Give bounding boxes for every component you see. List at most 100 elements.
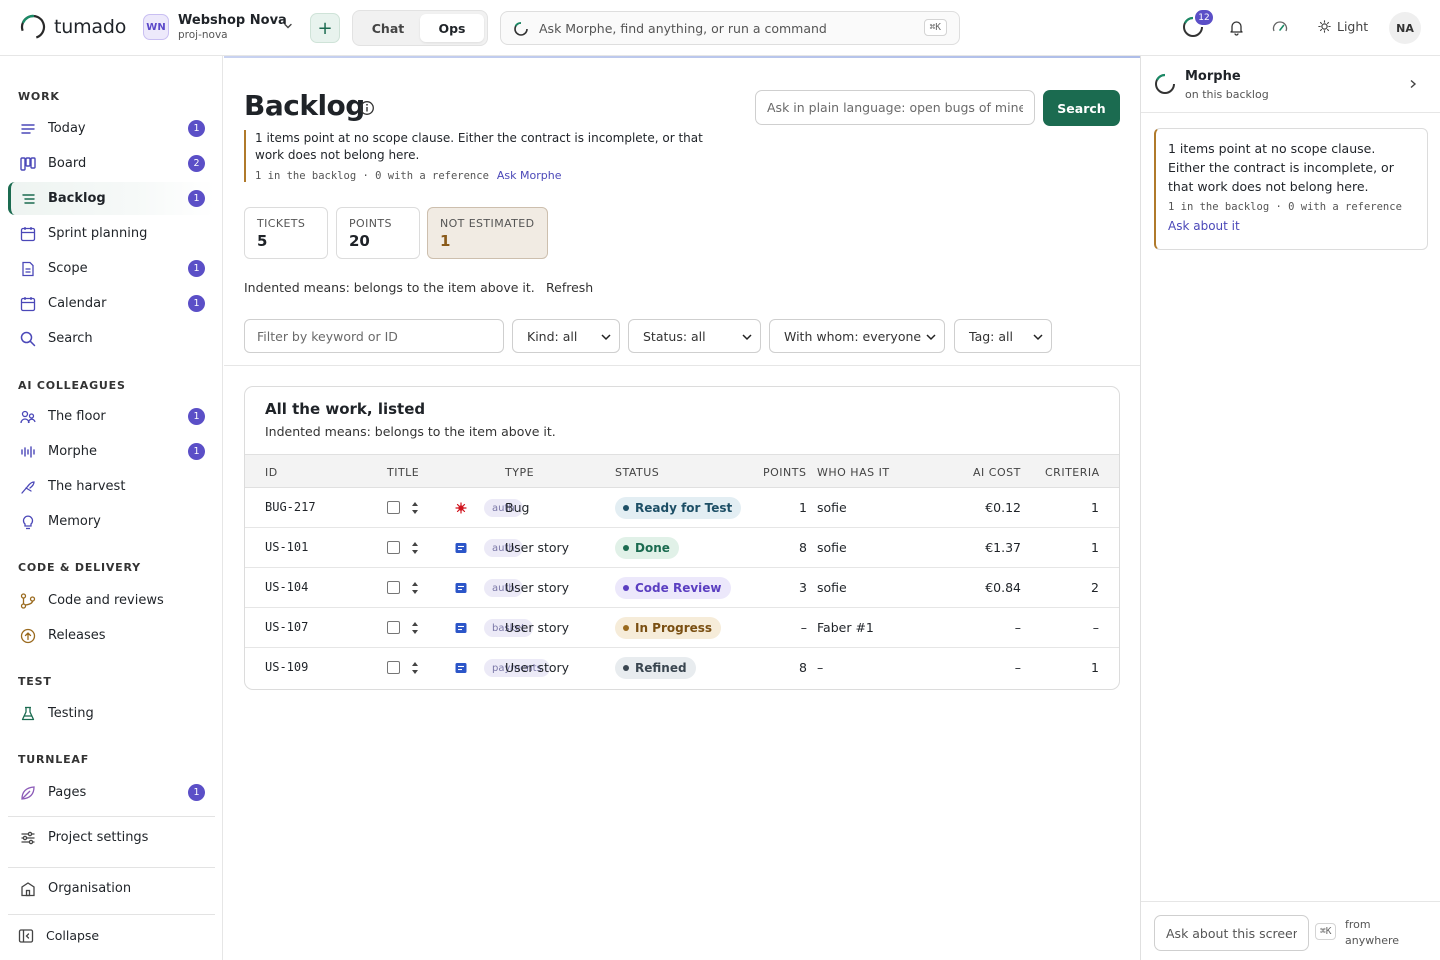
sort-handle-icon[interactable]	[411, 620, 419, 636]
sidebar-item-memory[interactable]: Memory	[8, 505, 215, 538]
column-criteria[interactable]: CRITERIA	[1045, 466, 1100, 479]
column-points[interactable]: POINTS	[763, 466, 806, 479]
refresh-button[interactable]: Refresh	[546, 280, 593, 295]
status-badge[interactable]: Done	[615, 537, 679, 559]
stat-value: 20	[349, 232, 370, 250]
user-avatar[interactable]: NA	[1389, 12, 1421, 44]
collapse-button[interactable]: Collapse	[8, 919, 215, 952]
column-ai-cost[interactable]: AI COST	[973, 466, 1021, 479]
info-icon[interactable]	[359, 100, 375, 116]
column-title[interactable]: TITLE	[387, 466, 419, 479]
status-dot	[623, 505, 629, 511]
assignee-select[interactable]: With whom: everyone	[769, 319, 945, 353]
ask-morphe-link[interactable]: Ask Morphe	[497, 169, 562, 182]
create-button[interactable]: +	[310, 13, 340, 43]
sort-handle-icon[interactable]	[411, 660, 419, 676]
filter-input[interactable]	[244, 319, 504, 353]
sidebar-item-board[interactable]: Board 2	[8, 147, 215, 180]
kind-select[interactable]: Kind: all	[512, 319, 620, 353]
stat-not-estimated[interactable]: NOT ESTIMATED 1	[427, 207, 548, 259]
tag-select[interactable]: Tag: all	[954, 319, 1052, 353]
sidebar-item-releases[interactable]: Releases	[8, 619, 215, 652]
column-id[interactable]: ID	[265, 466, 278, 479]
project-avatar[interactable]: WN	[143, 14, 169, 40]
sidebar-item-testing[interactable]: Testing	[8, 697, 215, 730]
notice-meta-text: 1 in the backlog · 0 with a reference	[255, 170, 489, 182]
ticket-id[interactable]: US-101	[265, 540, 308, 554]
ticket-id[interactable]: US-107	[265, 620, 308, 634]
ticket-id[interactable]: US-109	[265, 660, 308, 674]
status-dot	[623, 625, 629, 631]
git-branch-icon	[20, 592, 36, 609]
column-type[interactable]: TYPE	[505, 466, 534, 479]
ticket-id[interactable]: BUG-217	[265, 500, 316, 514]
sidebar-item-calendar[interactable]: Calendar 1	[8, 287, 215, 320]
brand-logo[interactable]: tumado	[20, 14, 126, 40]
ask-input[interactable]	[755, 90, 1035, 125]
status-badge[interactable]: In Progress	[615, 617, 722, 639]
table-row[interactable]: BUG-217 auth Bug Ready for Test 1 sofie €0.12 1	[245, 488, 1119, 528]
table-row[interactable]: US-101 auth User story Done 8 sofie €1.37 1	[245, 528, 1119, 568]
ticket-id[interactable]: US-104	[265, 580, 308, 594]
tab-ops[interactable]: Ops	[420, 14, 484, 42]
section-code-delivery: CODE & DELIVERY	[18, 561, 141, 574]
sidebar-item-label: Memory	[48, 514, 101, 529]
main-content: Backlog Search 1 items point at no scope…	[224, 56, 1140, 960]
ask-about-it-link[interactable]: Ask about it	[1168, 219, 1415, 233]
search-button[interactable]: Search	[1043, 90, 1120, 126]
theme-label: Light	[1337, 19, 1369, 34]
select-checkbox[interactable]	[387, 661, 400, 674]
command-bar[interactable]: Ask Morphe, find anything, or run a comm…	[500, 11, 960, 45]
brand-name: tumado	[54, 16, 127, 38]
sidebar-item-today[interactable]: Today 1	[8, 112, 215, 145]
ai-cost-value: €0.84	[985, 580, 1021, 595]
sidebar-item-pages[interactable]: Pages 1	[8, 776, 215, 809]
sidebar-item-project-settings[interactable]: Project settings	[8, 821, 215, 854]
assignee: sofie	[817, 540, 847, 555]
sidebar-item-the-floor[interactable]: The floor 1	[8, 400, 215, 433]
sort-handle-icon[interactable]	[411, 540, 419, 556]
chevron-down-icon[interactable]	[282, 20, 294, 32]
chevron-right-icon[interactable]	[1408, 78, 1418, 90]
assignee: Faber #1	[817, 620, 874, 635]
table-row[interactable]: US-104 auth User story Code Review 3 sofie €0.…	[245, 568, 1119, 608]
status-badge[interactable]: Ready for Test	[615, 497, 742, 519]
project-name[interactable]: Webshop Nova	[178, 13, 287, 28]
select-checkbox[interactable]	[387, 501, 400, 514]
stat-value: 1	[440, 232, 451, 250]
table-row[interactable]: US-109 payments User story Refined 8– –1	[245, 648, 1119, 688]
status-badge[interactable]: Code Review	[615, 577, 731, 599]
divider	[8, 867, 215, 868]
story-icon	[455, 663, 467, 673]
tab-chat[interactable]: Chat	[356, 14, 420, 42]
status-label: In Progress	[635, 621, 713, 635]
sidebar-item-organisation[interactable]: Organisation	[8, 872, 215, 905]
select-checkbox[interactable]	[387, 621, 400, 634]
assignee: sofie	[817, 580, 847, 595]
story-icon	[455, 583, 467, 593]
status-badge[interactable]: Refined	[615, 657, 696, 679]
sidebar-item-scope[interactable]: Scope 1	[8, 252, 215, 285]
sidebar-item-sprint-planning[interactable]: Sprint planning	[8, 217, 215, 250]
sidebar-item-the-harvest[interactable]: The harvest	[8, 470, 215, 503]
gauge-icon[interactable]	[1271, 19, 1289, 37]
theme-toggle[interactable]: Light	[1318, 19, 1368, 34]
status-dot	[623, 665, 629, 671]
ask-screen-input[interactable]	[1154, 915, 1309, 951]
sidebar-item-code-and-reviews[interactable]: Code and reviews	[8, 584, 215, 617]
column-status[interactable]: STATUS	[615, 466, 659, 479]
sidebar-item-search[interactable]: Search	[8, 322, 215, 355]
sort-handle-icon[interactable]	[411, 500, 419, 516]
select-checkbox[interactable]	[387, 581, 400, 594]
sidebar-item-morphe[interactable]: Morphe 1	[8, 435, 215, 468]
sidebar-item-backlog[interactable]: Backlog 1	[8, 182, 215, 215]
bell-icon[interactable]	[1228, 19, 1245, 36]
status-select[interactable]: Status: all	[628, 319, 761, 353]
panel-header[interactable]: Morphe on this backlog	[1141, 56, 1440, 113]
sidebar-item-label: The harvest	[48, 479, 126, 494]
column-who[interactable]: WHO HAS IT	[817, 466, 890, 479]
table-row[interactable]: US-107 basket User story In Progress – Faber …	[245, 608, 1119, 648]
ticket-type: User story	[505, 660, 570, 675]
select-checkbox[interactable]	[387, 541, 400, 554]
sort-handle-icon[interactable]	[411, 580, 419, 596]
